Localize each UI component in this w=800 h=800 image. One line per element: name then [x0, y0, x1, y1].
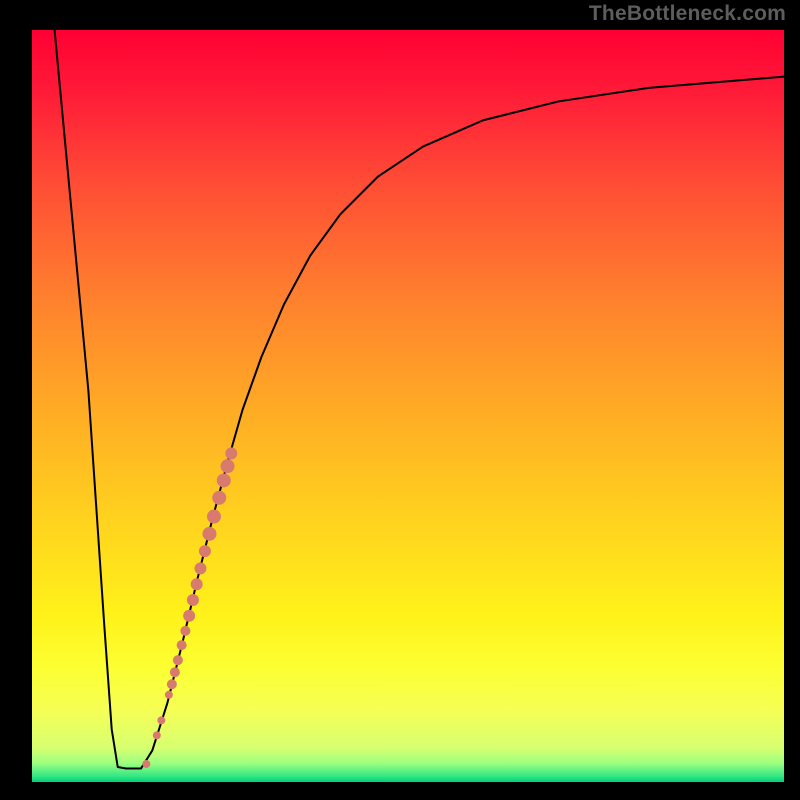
highlight-marker — [202, 527, 216, 541]
highlight-marker — [187, 594, 199, 606]
highlight-marker — [212, 491, 226, 505]
highlight-marker — [165, 691, 173, 699]
plot-area — [32, 30, 784, 782]
highlight-marker — [225, 447, 237, 459]
highlight-marker — [180, 626, 190, 636]
chart-svg — [32, 30, 784, 782]
highlight-marker — [167, 679, 177, 689]
highlight-marker — [221, 459, 235, 473]
chart-frame: TheBottleneck.com — [0, 0, 800, 800]
highlight-marker — [153, 731, 161, 739]
highlight-marker — [194, 562, 206, 574]
highlight-marker — [157, 716, 165, 724]
highlight-marker — [177, 640, 187, 650]
highlight-marker — [142, 760, 150, 768]
bottleneck-curve — [55, 30, 784, 768]
highlight-marker — [170, 667, 180, 677]
highlight-marker — [183, 610, 195, 622]
highlight-marker — [199, 545, 211, 557]
highlight-marker — [173, 655, 183, 665]
highlight-marker — [207, 510, 221, 524]
highlight-marker — [217, 473, 231, 487]
highlight-marker — [191, 578, 203, 590]
watermark-text: TheBottleneck.com — [589, 2, 786, 26]
